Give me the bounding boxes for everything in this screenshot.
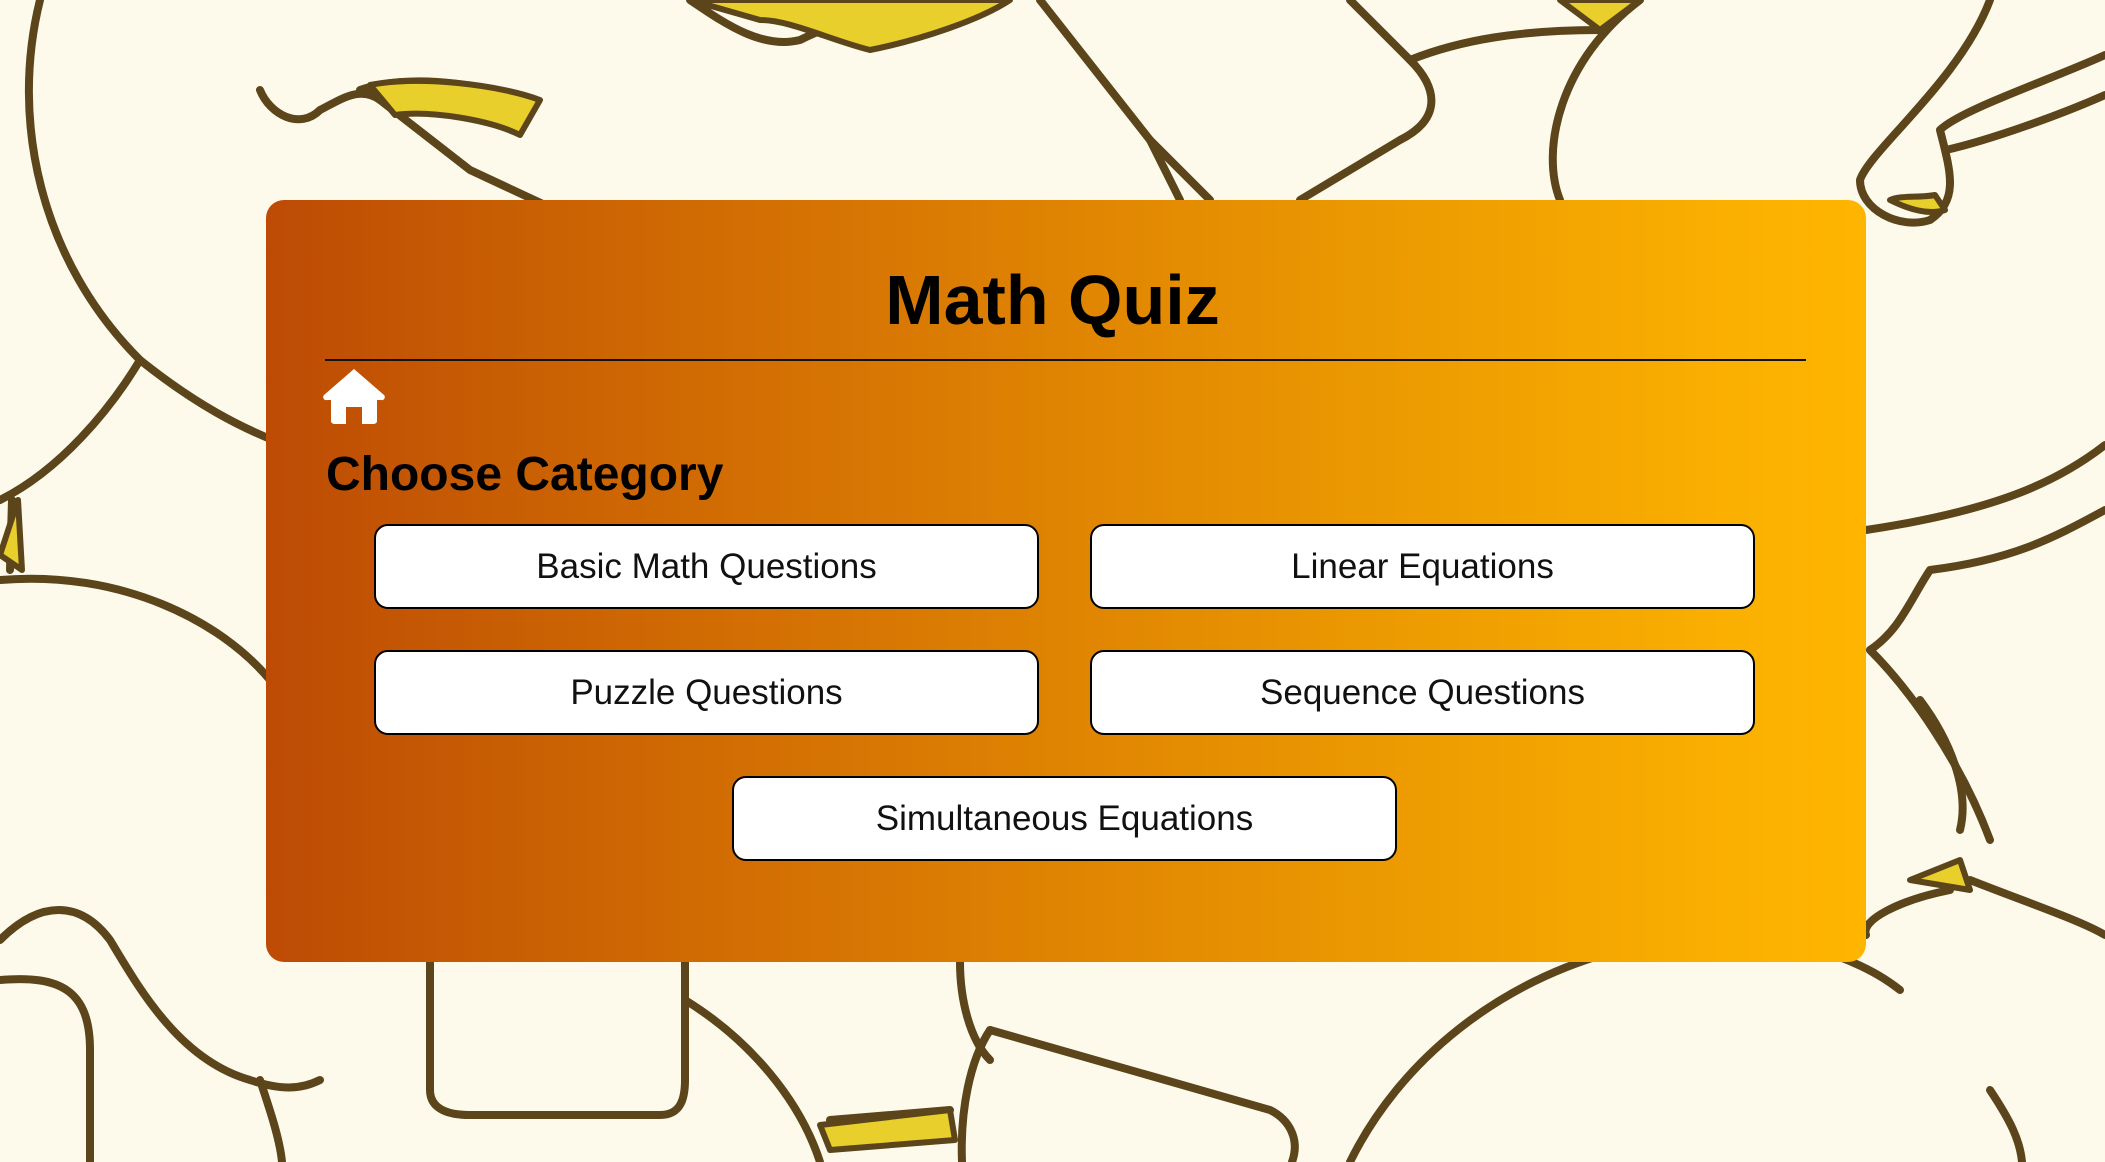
linear-equations-button[interactable]: Linear Equations: [1090, 524, 1755, 609]
home-button[interactable]: [322, 367, 386, 425]
page-title: Math Quiz: [885, 261, 1220, 339]
title-divider: [325, 359, 1806, 361]
puzzle-questions-button[interactable]: Puzzle Questions: [374, 650, 1039, 735]
sequence-questions-button[interactable]: Sequence Questions: [1090, 650, 1755, 735]
home-icon: [323, 369, 385, 424]
basic-math-questions-button[interactable]: Basic Math Questions: [374, 524, 1039, 609]
simultaneous-equations-button[interactable]: Simultaneous Equations: [732, 776, 1397, 861]
choose-category-heading: Choose Category: [326, 448, 724, 501]
